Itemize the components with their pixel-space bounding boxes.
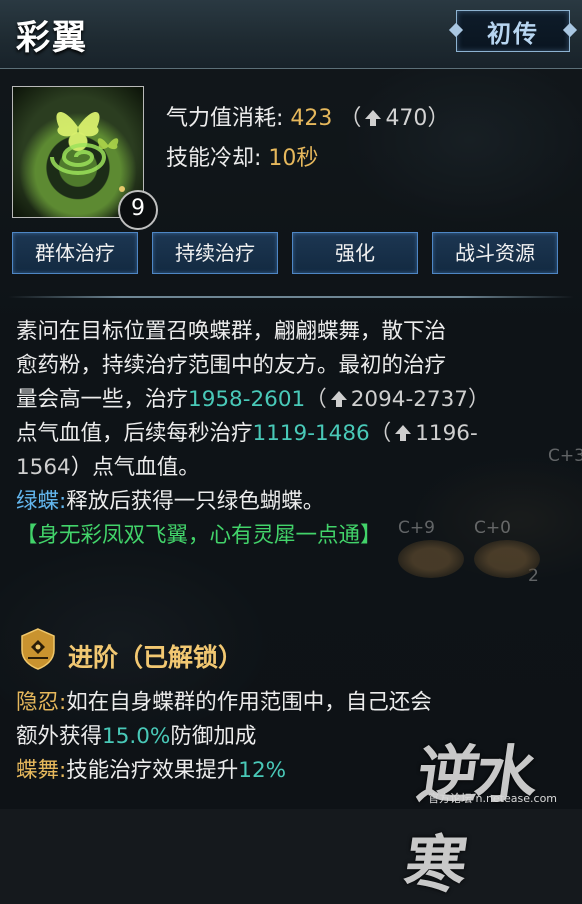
cooldown-value: 10秒 (268, 146, 319, 171)
diamond-ornament-icon (562, 22, 578, 38)
skill-level-badge: 9 (118, 190, 158, 230)
desc-line: 1564）点气血值。 (16, 451, 572, 485)
skill-header: 彩翼 初传 (0, 0, 582, 69)
level-dot-icon (119, 186, 125, 192)
green-butterfly-label: 绿蝶: (16, 489, 67, 514)
rank-badge: 初传 (448, 10, 578, 52)
desc-line: 量会高一些，治疗1958-2601（ 2094-2737） (16, 383, 572, 417)
section-divider (8, 296, 574, 298)
tag-group-heal[interactable]: 群体治疗 (12, 232, 138, 274)
game-logo-watermark: 逆水寒 (399, 738, 539, 901)
upgrade-arrow-icon (395, 425, 412, 441)
upgrade-arrow-icon (330, 391, 347, 407)
desc-line: 愈药粉，持续治疗范围中的友方。最初的治疗 (16, 353, 447, 378)
tag-continuous-heal[interactable]: 持续治疗 (152, 232, 278, 274)
tick-heal-upgrade-range-start: 1196- (415, 421, 478, 446)
tag-combat-resource[interactable]: 战斗资源 (432, 232, 558, 274)
cooldown-label: 技能冷却: (166, 146, 262, 171)
green-butterfly-text: 释放后获得一只绿色蝴蝶。 (66, 489, 325, 514)
paren-open: （ (339, 106, 362, 131)
skill-description: 素问在目标位置召唤蝶群，翩翩蝶舞，散下治 愈药粉，持续治疗范围中的友方。最初的治… (16, 315, 572, 553)
advance-line: 隐忍:如在自身蝶群的作用范围中，自己还会 (16, 686, 572, 720)
paren-close: ） (427, 106, 450, 131)
upgrade-arrow-icon (365, 110, 382, 126)
advance-shield-icon (21, 628, 55, 670)
desc-text: 量会高一些，治疗 (16, 387, 189, 412)
advance-label-endure: 隐忍: (16, 690, 67, 715)
skill-title: 彩翼 (16, 18, 88, 58)
paren-close: ） (467, 387, 490, 412)
forum-watermark-text: 官方论坛 n.netease.com (428, 792, 558, 805)
paren-open: （ (369, 421, 392, 446)
advance-title: 进阶（已解锁） (68, 643, 244, 672)
advance-text: 额外获得 (16, 724, 103, 749)
diamond-ornament-icon (448, 22, 464, 38)
tag-enhance[interactable]: 强化 (292, 232, 418, 274)
desc-line: 素问在目标位置召唤蝶群，翩翩蝶舞，散下治 (16, 319, 447, 344)
energy-cost-row: 气力值消耗: 423 （ 470） (166, 100, 449, 132)
energy-cost-label: 气力值消耗: (166, 106, 284, 131)
advance-text: 防御加成 (170, 724, 257, 749)
desc-text: ）点气血值。 (70, 455, 200, 480)
tick-heal-upgrade-range-end: 1564 (16, 455, 71, 480)
advance-text: 如在自身蝶群的作用范围中，自己还会 (66, 690, 432, 715)
rank-label: 初传 (487, 18, 539, 48)
paren-open: （ (305, 387, 327, 412)
initial-heal-range: 1958-2601 (188, 387, 306, 412)
energy-cost-upgrade-value: 470 (385, 106, 428, 131)
defense-bonus-value: 15.0% (102, 724, 171, 749)
desc-line: 点气血值，后续每秒治疗1119-1486（ 1196- (16, 417, 572, 451)
desc-text: 点气血值，后续每秒治疗 (16, 421, 253, 446)
skill-quote: 【身无彩凤双飞翼，心有灵犀一点通】 (16, 523, 382, 548)
heal-bonus-value: 12% (238, 758, 287, 783)
tick-heal-range: 1119-1486 (252, 421, 370, 446)
initial-heal-upgrade-range: 2094-2737 (350, 387, 468, 412)
cooldown-row: 技能冷却: 10秒 (166, 140, 318, 172)
advance-text: 技能治疗效果提升 (66, 758, 239, 783)
energy-cost-value: 423 (290, 106, 333, 131)
desc-line: 绿蝶:释放后获得一只绿色蝴蝶。 (16, 485, 572, 519)
advance-label-butterfly-dance: 蝶舞: (16, 758, 67, 783)
